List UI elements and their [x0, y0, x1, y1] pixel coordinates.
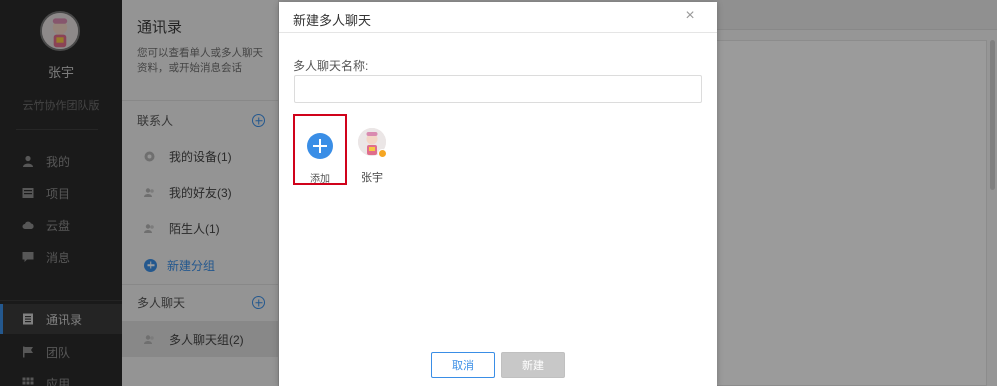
- chat-name-label: 多人聊天名称:: [293, 59, 369, 73]
- new-group-chat-dialog: 新建多人聊天 × 多人聊天名称: 添加 张宇 取消 新建: [279, 2, 717, 386]
- create-button[interactable]: 新建: [501, 352, 565, 378]
- chat-name-input[interactable]: [294, 75, 702, 103]
- add-icon: [307, 133, 333, 159]
- cancel-button[interactable]: 取消: [431, 352, 495, 378]
- admin-badge-icon: [378, 149, 387, 158]
- dialog-header: 新建多人聊天 ×: [279, 2, 717, 33]
- member-name: 张宇: [361, 172, 383, 184]
- close-icon[interactable]: ×: [683, 8, 697, 24]
- add-member-button[interactable]: 添加: [293, 114, 347, 185]
- dialog-title: 新建多人聊天: [293, 13, 372, 28]
- add-member-label: 添加: [310, 174, 330, 185]
